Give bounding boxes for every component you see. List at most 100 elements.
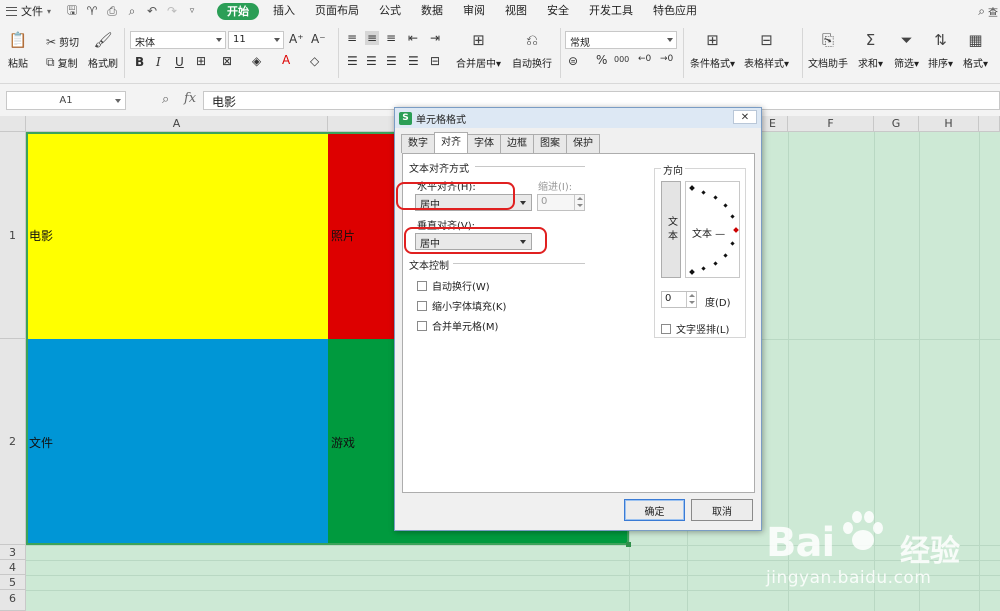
tab-pattern[interactable]: 图案	[533, 134, 567, 153]
italic-button[interactable]: I	[156, 55, 161, 69]
row-header-1[interactable]: 1	[0, 132, 26, 339]
format-button[interactable]: ▦ 格式▾	[963, 30, 988, 70]
tab-formulas[interactable]: 公式	[369, 0, 411, 22]
thousands-button[interactable]: 000	[614, 55, 629, 64]
ribbon: 📋 粘贴 ✂ 剪切 ⧉ 复制 🖌 格式刷 宋体 11 A⁺ A⁻ B I U ⊞ ⊠…	[0, 22, 1000, 84]
font-name-select[interactable]: 宋体	[130, 31, 226, 49]
filter-button[interactable]: ⏷ 筛选▾	[894, 30, 919, 70]
tab-view[interactable]: 视图	[495, 0, 537, 22]
tab-font[interactable]: 字体	[467, 134, 501, 153]
indent-spinner[interactable]: 0	[537, 194, 585, 211]
tab-protection[interactable]: 保护	[566, 134, 600, 153]
font-size-select[interactable]: 11	[228, 31, 284, 49]
column-header-a[interactable]: A	[26, 116, 328, 132]
increase-decimal-icon[interactable]: ←0	[638, 54, 651, 64]
zoom-icon[interactable]: ⌕	[162, 92, 169, 107]
stacked-text-checkbox[interactable]: 文字竖排(L)	[661, 321, 729, 336]
dialog-title-bar[interactable]: S 单元格格式 ✕	[395, 108, 761, 128]
underline-button[interactable]: U	[175, 55, 184, 69]
currency-icon[interactable]: ⊜	[568, 54, 578, 68]
align-bottom-icon[interactable]: ≡	[386, 31, 396, 45]
bold-button[interactable]: B	[135, 55, 144, 69]
cell-a2[interactable]: 文件	[26, 339, 328, 545]
redo-icon[interactable]: ↷	[165, 4, 179, 18]
customize-icon[interactable]: ▿	[185, 4, 199, 18]
border-icon[interactable]: ⊞	[196, 54, 206, 68]
align-center-icon[interactable]: ☰	[366, 54, 377, 68]
degree-spinner[interactable]: 0	[661, 291, 697, 308]
shrink-to-fit-checkbox[interactable]: 缩小字体填充(K)	[417, 298, 506, 313]
tab-data[interactable]: 数据	[411, 0, 453, 22]
column-header-e[interactable]: E	[758, 116, 788, 132]
tab-review[interactable]: 审阅	[453, 0, 495, 22]
distribute-icon[interactable]: ⊟	[430, 54, 440, 68]
close-button[interactable]: ✕	[733, 110, 757, 124]
dial-dot	[723, 203, 728, 208]
tab-home[interactable]: 开始	[217, 2, 260, 20]
search-area[interactable]: ⌕ 查	[978, 0, 1000, 22]
orientation-dial[interactable]: 文本 —	[685, 181, 740, 278]
cut-button[interactable]: ✂ 剪切	[46, 34, 79, 50]
doc-helper-button[interactable]: ⎘ 文档助手	[808, 30, 848, 70]
fx-icon[interactable]: fx	[184, 91, 196, 106]
tab-border[interactable]: 边框	[500, 134, 534, 153]
dial-handle[interactable]	[733, 227, 739, 233]
decrease-decimal-icon[interactable]: →0	[660, 54, 673, 64]
column-header-h[interactable]: H	[919, 116, 979, 132]
paste-button[interactable]: 📋 粘贴	[8, 30, 28, 70]
increase-font-icon[interactable]: A⁺	[289, 32, 304, 46]
ok-button[interactable]: 确定	[624, 499, 685, 521]
merge-center-button[interactable]: ⊞ 合并居中▾	[456, 30, 501, 70]
row-header-4[interactable]: 4	[0, 560, 26, 575]
tab-alignment[interactable]: 对齐	[434, 132, 468, 153]
indent-decrease-icon[interactable]: ⇤	[408, 31, 418, 45]
name-box[interactable]: A1	[6, 91, 126, 110]
align-top-icon[interactable]: ≡	[347, 31, 357, 45]
copy-button[interactable]: ⧉ 复制	[46, 55, 78, 70]
row-header-6[interactable]: 6	[0, 590, 26, 611]
tab-insert[interactable]: 插入	[263, 0, 305, 22]
cancel-button[interactable]: 取消	[691, 499, 753, 521]
wrap-text-button[interactable]: ⎌ 自动换行	[512, 30, 552, 70]
fill-color-icon[interactable]: ◈	[252, 54, 261, 68]
cell-style-icon[interactable]: ⊠	[222, 54, 232, 68]
align-left-icon[interactable]: ☰	[347, 54, 358, 68]
column-header-g[interactable]: G	[874, 116, 919, 132]
select-all-corner[interactable]	[0, 116, 26, 132]
column-header-i[interactable]	[979, 116, 1000, 132]
conditional-format-button[interactable]: ⊞ 条件格式▾	[690, 30, 735, 70]
print-icon[interactable]: ⎙	[105, 4, 119, 18]
tab-number[interactable]: 数字	[401, 134, 435, 153]
tab-special[interactable]: 特色应用	[643, 0, 707, 22]
align-middle-icon[interactable]: ≡	[365, 31, 380, 45]
row-header-5[interactable]: 5	[0, 575, 26, 590]
clear-icon[interactable]: ◇	[310, 54, 319, 68]
indent-increase-icon[interactable]: ⇥	[430, 31, 440, 45]
number-format-select[interactable]: 常规	[565, 31, 677, 49]
vertical-text-button[interactable]: 文本	[661, 181, 681, 278]
decrease-font-icon[interactable]: A⁻	[311, 32, 326, 46]
file-menu[interactable]: 文件 ▾	[0, 0, 57, 22]
save-icon[interactable]: 🖫	[65, 3, 79, 18]
percent-button[interactable]: %	[596, 53, 607, 67]
format-painter-button[interactable]: 🖌 格式刷	[88, 30, 118, 70]
print-preview-icon[interactable]: ⌕	[125, 4, 139, 18]
undo-icon[interactable]: ↶	[145, 4, 159, 18]
table-style-button[interactable]: ⊟ 表格样式▾	[744, 30, 789, 70]
template-icon[interactable]: ♈	[85, 4, 99, 18]
merge-cells-checkbox[interactable]: 合并单元格(M)	[417, 318, 498, 333]
justify-icon[interactable]: ☰	[408, 54, 419, 68]
row-header-3[interactable]: 3	[0, 545, 26, 560]
column-header-f[interactable]: F	[788, 116, 874, 132]
tab-page-layout[interactable]: 页面布局	[305, 0, 369, 22]
sort-button[interactable]: ⇅ 排序▾	[928, 30, 953, 70]
tab-developer[interactable]: 开发工具	[579, 0, 643, 22]
fill-handle[interactable]	[626, 542, 631, 547]
font-color-icon[interactable]: A	[282, 53, 290, 67]
tab-security[interactable]: 安全	[537, 0, 579, 22]
align-right-icon[interactable]: ☰	[386, 54, 397, 68]
row-header-2[interactable]: 2	[0, 339, 26, 545]
sum-button[interactable]: Σ 求和▾	[858, 30, 883, 70]
wrap-text-checkbox[interactable]: 自动换行(W)	[417, 278, 490, 293]
cell-a1[interactable]: 电影	[26, 132, 328, 339]
